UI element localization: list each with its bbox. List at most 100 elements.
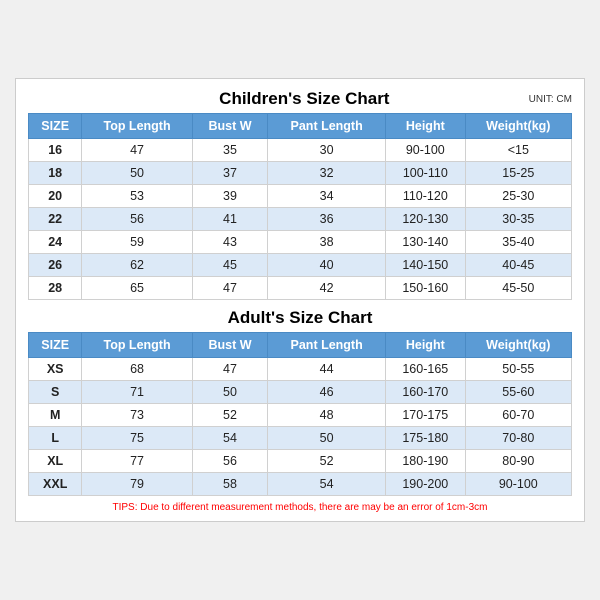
children-cell: 43 bbox=[192, 231, 268, 254]
children-cell: 41 bbox=[192, 208, 268, 231]
adult-cell: 47 bbox=[192, 358, 268, 381]
adult-table-row: XS684744160-16550-55 bbox=[29, 358, 572, 381]
adult-cell: 73 bbox=[82, 404, 192, 427]
adult-cell: 180-190 bbox=[386, 450, 466, 473]
adult-col-pantlength: Pant Length bbox=[268, 333, 386, 358]
adult-cell: 52 bbox=[268, 450, 386, 473]
children-cell: 65 bbox=[82, 277, 192, 300]
adult-cell: M bbox=[29, 404, 82, 427]
children-cell: 30 bbox=[268, 139, 386, 162]
children-table-row: 20533934110-12025-30 bbox=[29, 185, 572, 208]
adult-cell: 50 bbox=[268, 427, 386, 450]
children-cell: 40 bbox=[268, 254, 386, 277]
adult-cell: 50 bbox=[192, 381, 268, 404]
children-col-size: SIZE bbox=[29, 114, 82, 139]
children-cell: 15-25 bbox=[465, 162, 571, 185]
children-cell: 110-120 bbox=[386, 185, 466, 208]
adult-section: Adult's Size Chart SIZE Top Length Bust … bbox=[28, 308, 572, 496]
adult-col-size: SIZE bbox=[29, 333, 82, 358]
children-cell: 20 bbox=[29, 185, 82, 208]
adult-header-row: SIZE Top Length Bust W Pant Length Heigh… bbox=[29, 333, 572, 358]
adult-cell: XS bbox=[29, 358, 82, 381]
children-cell: 140-150 bbox=[386, 254, 466, 277]
children-cell: 34 bbox=[268, 185, 386, 208]
adult-cell: 50-55 bbox=[465, 358, 571, 381]
adult-cell: 77 bbox=[82, 450, 192, 473]
adult-title-row: Adult's Size Chart bbox=[28, 308, 572, 328]
adult-col-height: Height bbox=[386, 333, 466, 358]
adult-cell: 60-70 bbox=[465, 404, 571, 427]
children-title-row: Children's Size Chart UNIT: CM bbox=[28, 89, 572, 109]
children-col-weight: Weight(kg) bbox=[465, 114, 571, 139]
adult-cell: 160-165 bbox=[386, 358, 466, 381]
children-cell: 32 bbox=[268, 162, 386, 185]
adult-cell: 160-170 bbox=[386, 381, 466, 404]
adult-cell: 75 bbox=[82, 427, 192, 450]
children-cell: <15 bbox=[465, 139, 571, 162]
adult-table-row: XXL795854190-20090-100 bbox=[29, 473, 572, 496]
children-cell: 30-35 bbox=[465, 208, 571, 231]
children-table: SIZE Top Length Bust W Pant Length Heigh… bbox=[28, 113, 572, 300]
children-cell: 18 bbox=[29, 162, 82, 185]
children-cell: 25-30 bbox=[465, 185, 571, 208]
adult-cell: 58 bbox=[192, 473, 268, 496]
children-cell: 26 bbox=[29, 254, 82, 277]
children-cell: 150-160 bbox=[386, 277, 466, 300]
children-col-toplength: Top Length bbox=[82, 114, 192, 139]
adult-cell: 48 bbox=[268, 404, 386, 427]
children-cell: 35-40 bbox=[465, 231, 571, 254]
children-cell: 28 bbox=[29, 277, 82, 300]
adult-col-bustw: Bust W bbox=[192, 333, 268, 358]
adult-cell: 54 bbox=[268, 473, 386, 496]
unit-label: UNIT: CM bbox=[529, 94, 572, 105]
children-cell: 38 bbox=[268, 231, 386, 254]
children-table-row: 22564136120-13030-35 bbox=[29, 208, 572, 231]
adult-cell: 80-90 bbox=[465, 450, 571, 473]
adult-title: Adult's Size Chart bbox=[209, 308, 390, 328]
adult-cell: 46 bbox=[268, 381, 386, 404]
adult-table: SIZE Top Length Bust W Pant Length Heigh… bbox=[28, 332, 572, 496]
children-table-row: 24594338130-14035-40 bbox=[29, 231, 572, 254]
children-col-bustw: Bust W bbox=[192, 114, 268, 139]
adult-cell: XXL bbox=[29, 473, 82, 496]
adult-cell: 71 bbox=[82, 381, 192, 404]
children-col-pantlength: Pant Length bbox=[268, 114, 386, 139]
adult-cell: 52 bbox=[192, 404, 268, 427]
adult-table-row: XL775652180-19080-90 bbox=[29, 450, 572, 473]
children-cell: 39 bbox=[192, 185, 268, 208]
adult-cell: 54 bbox=[192, 427, 268, 450]
adult-cell: 55-60 bbox=[465, 381, 571, 404]
children-table-row: 1647353090-100<15 bbox=[29, 139, 572, 162]
children-cell: 100-110 bbox=[386, 162, 466, 185]
chart-container: Children's Size Chart UNIT: CM SIZE Top … bbox=[15, 78, 585, 522]
children-cell: 35 bbox=[192, 139, 268, 162]
children-table-row: 18503732100-11015-25 bbox=[29, 162, 572, 185]
adult-table-row: L755450175-18070-80 bbox=[29, 427, 572, 450]
children-cell: 53 bbox=[82, 185, 192, 208]
adult-cell: L bbox=[29, 427, 82, 450]
children-cell: 45 bbox=[192, 254, 268, 277]
children-table-row: 26624540140-15040-45 bbox=[29, 254, 572, 277]
adult-cell: 70-80 bbox=[465, 427, 571, 450]
children-cell: 37 bbox=[192, 162, 268, 185]
adult-cell: 90-100 bbox=[465, 473, 571, 496]
children-cell: 47 bbox=[82, 139, 192, 162]
adult-cell: 79 bbox=[82, 473, 192, 496]
adult-cell: 190-200 bbox=[386, 473, 466, 496]
children-cell: 24 bbox=[29, 231, 82, 254]
adult-cell: S bbox=[29, 381, 82, 404]
children-cell: 50 bbox=[82, 162, 192, 185]
children-table-row: 28654742150-16045-50 bbox=[29, 277, 572, 300]
children-col-height: Height bbox=[386, 114, 466, 139]
adult-cell: 44 bbox=[268, 358, 386, 381]
children-cell: 40-45 bbox=[465, 254, 571, 277]
adult-cell: 175-180 bbox=[386, 427, 466, 450]
children-title: Children's Size Chart bbox=[88, 89, 521, 109]
tips-text: TIPS: Due to different measurement metho… bbox=[28, 502, 572, 513]
children-cell: 130-140 bbox=[386, 231, 466, 254]
adult-cell: 56 bbox=[192, 450, 268, 473]
adult-table-row: M735248170-17560-70 bbox=[29, 404, 572, 427]
children-header-row: SIZE Top Length Bust W Pant Length Heigh… bbox=[29, 114, 572, 139]
children-cell: 59 bbox=[82, 231, 192, 254]
children-cell: 90-100 bbox=[386, 139, 466, 162]
